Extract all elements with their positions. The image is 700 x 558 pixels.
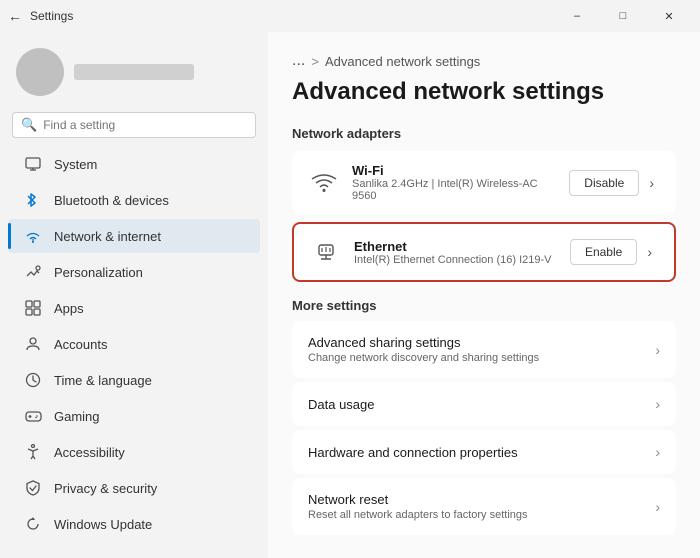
sidebar-label-gaming: Gaming [54, 409, 100, 424]
wifi-adapter-item: Wi-Fi Sanlika 2.4GHz | Intel(R) Wireless… [292, 151, 676, 214]
sharing-chevron-icon: › [655, 342, 660, 358]
hardware-title: Hardware and connection properties [308, 445, 655, 460]
privacy-icon [24, 479, 42, 497]
sidebar-label-personalization: Personalization [54, 265, 143, 280]
minimize-button[interactable]: – [554, 0, 600, 32]
settings-item-reset[interactable]: Network reset Reset all network adapters… [292, 478, 676, 535]
system-icon [24, 155, 42, 173]
sidebar-label-privacy: Privacy & security [54, 481, 157, 496]
main-content: ... > Advanced network settings Advanced… [268, 32, 700, 558]
search-icon: 🔍 [21, 117, 37, 133]
ethernet-adapter-desc: Intel(R) Ethernet Connection (16) I219-V [354, 254, 558, 266]
sidebar: 🔍 System Bluetooth & devices Network & i… [0, 32, 268, 558]
sidebar-item-network[interactable]: Network & internet [8, 219, 260, 253]
ethernet-adapter-info: Ethernet Intel(R) Ethernet Connection (1… [354, 239, 558, 266]
reset-title: Network reset [308, 492, 655, 507]
sidebar-item-accounts[interactable]: Accounts [8, 327, 260, 361]
network-adapters-title: Network adapters [292, 126, 676, 141]
sidebar-item-system[interactable]: System [8, 147, 260, 181]
accounts-icon [24, 335, 42, 353]
ethernet-icon [310, 236, 342, 268]
sidebar-item-gaming[interactable]: Gaming [8, 399, 260, 433]
wifi-adapter-info: Wi-Fi Sanlika 2.4GHz | Intel(R) Wireless… [352, 163, 557, 202]
sidebar-item-apps[interactable]: Apps [8, 291, 260, 325]
window-controls: – □ ✕ [554, 0, 692, 32]
sidebar-label-time: Time & language [54, 373, 152, 388]
breadcrumb: ... > Advanced network settings [292, 52, 676, 70]
avatar [16, 48, 64, 96]
sharing-title: Advanced sharing settings [308, 335, 655, 350]
apps-icon [24, 299, 42, 317]
ethernet-adapter-card: Ethernet Intel(R) Ethernet Connection (1… [292, 222, 676, 282]
sidebar-label-apps: Apps [54, 301, 84, 316]
sidebar-profile [0, 40, 268, 112]
wifi-adapter-desc: Sanlika 2.4GHz | Intel(R) Wireless-AC 95… [352, 178, 557, 202]
close-button[interactable]: ✕ [646, 0, 692, 32]
sidebar-label-accounts: Accounts [54, 337, 107, 352]
update-icon [24, 515, 42, 533]
network-icon [24, 227, 42, 245]
time-icon [24, 371, 42, 389]
sidebar-label-accessibility: Accessibility [54, 445, 125, 460]
title-bar-left: ← Settings [8, 8, 73, 24]
search-input[interactable] [43, 118, 247, 132]
wifi-disable-button[interactable]: Disable [569, 170, 639, 196]
ethernet-adapter-actions: Enable › [570, 239, 658, 265]
sidebar-item-personalization[interactable]: Personalization [8, 255, 260, 289]
gaming-icon [24, 407, 42, 425]
ethernet-expand-button[interactable]: › [641, 240, 658, 264]
settings-item-hardware[interactable]: Hardware and connection properties › [292, 430, 676, 474]
bluetooth-icon [24, 191, 42, 209]
reset-chevron-icon: › [655, 499, 660, 515]
wifi-adapter-card: Wi-Fi Sanlika 2.4GHz | Intel(R) Wireless… [292, 151, 676, 214]
more-settings-title: More settings [292, 298, 676, 313]
reset-info: Network reset Reset all network adapters… [308, 492, 655, 521]
sidebar-item-update[interactable]: Windows Update [8, 507, 260, 541]
wifi-adapter-actions: Disable › [569, 170, 660, 196]
ethernet-enable-button[interactable]: Enable [570, 239, 637, 265]
profile-info [74, 64, 194, 80]
reset-desc: Reset all network adapters to factory se… [308, 509, 655, 521]
search-box[interactable]: 🔍 [12, 112, 256, 138]
back-icon[interactable]: ← [8, 8, 22, 24]
sharing-desc: Change network discovery and sharing set… [308, 352, 655, 364]
breadcrumb-page: Advanced network settings [325, 54, 480, 69]
app-title: Settings [30, 9, 73, 23]
sidebar-label-bluetooth: Bluetooth & devices [54, 193, 169, 208]
settings-item-datausage[interactable]: Data usage › [292, 382, 676, 426]
breadcrumb-dots[interactable]: ... [292, 52, 305, 70]
sidebar-label-system: System [54, 157, 97, 172]
app-body: 🔍 System Bluetooth & devices Network & i… [0, 32, 700, 558]
settings-item-sharing[interactable]: Advanced sharing settings Change network… [292, 321, 676, 378]
title-bar: ← Settings – □ ✕ [0, 0, 700, 32]
datausage-chevron-icon: › [655, 396, 660, 412]
personalization-icon [24, 263, 42, 281]
wifi-adapter-name: Wi-Fi [352, 163, 557, 178]
sidebar-item-accessibility[interactable]: Accessibility [8, 435, 260, 469]
maximize-button[interactable]: □ [600, 0, 646, 32]
accessibility-icon [24, 443, 42, 461]
datausage-info: Data usage [308, 397, 655, 412]
wifi-expand-button[interactable]: › [643, 171, 660, 195]
sidebar-item-privacy[interactable]: Privacy & security [8, 471, 260, 505]
sidebar-label-update: Windows Update [54, 517, 152, 532]
page-title: Advanced network settings [292, 78, 676, 106]
sharing-info: Advanced sharing settings Change network… [308, 335, 655, 364]
breadcrumb-sep: > [311, 54, 319, 69]
hardware-chevron-icon: › [655, 444, 660, 460]
wifi-icon [308, 167, 340, 199]
ethernet-adapter-item: Ethernet Intel(R) Ethernet Connection (1… [294, 224, 674, 280]
sidebar-item-bluetooth[interactable]: Bluetooth & devices [8, 183, 260, 217]
ethernet-adapter-name: Ethernet [354, 239, 558, 254]
datausage-title: Data usage [308, 397, 655, 412]
hardware-info: Hardware and connection properties [308, 445, 655, 460]
sidebar-item-time[interactable]: Time & language [8, 363, 260, 397]
sidebar-label-network: Network & internet [54, 229, 161, 244]
